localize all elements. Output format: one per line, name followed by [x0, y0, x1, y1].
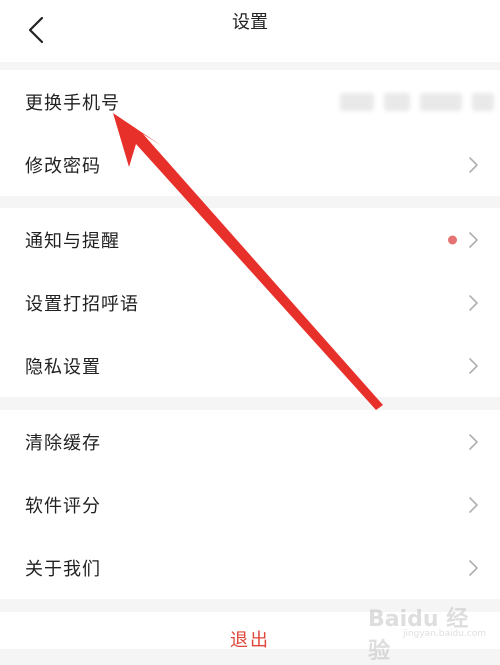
top-nav-bar: 设置 [0, 0, 500, 62]
chevron-right-icon [469, 231, 478, 248]
row-label: 软件评分 [25, 495, 101, 517]
chevron-right-icon [469, 294, 478, 311]
settings-group-account: 更换手机号 修改密码 [0, 70, 500, 196]
settings-group-preferences: 通知与提醒 设置打招呼语 隐私设置 [0, 208, 500, 397]
settings-group-misc: 清除缓存 软件评分 关于我们 [0, 410, 500, 599]
row-label: 修改密码 [25, 155, 101, 177]
blurred-phone-number [330, 78, 500, 126]
row-label: 关于我们 [25, 558, 101, 580]
notification-dot [448, 235, 457, 244]
chevron-right-icon [469, 433, 478, 450]
row-rate-app[interactable]: 软件评分 [0, 473, 500, 536]
row-clear-cache[interactable]: 清除缓存 [0, 410, 500, 473]
row-greeting-message[interactable]: 设置打招呼语 [0, 271, 500, 334]
chevron-right-icon [469, 559, 478, 576]
row-about-us[interactable]: 关于我们 [0, 536, 500, 599]
row-privacy-settings[interactable]: 隐私设置 [0, 334, 500, 397]
chevron-right-icon [469, 496, 478, 513]
row-change-phone[interactable]: 更换手机号 [0, 70, 500, 133]
baidu-watermark: Baidu 经验 jingyan.baidu.com [368, 599, 488, 664]
row-label: 设置打招呼语 [25, 293, 139, 315]
row-label: 更换手机号 [25, 92, 120, 114]
logout-label: 退出 [230, 630, 270, 651]
row-label: 通知与提醒 [25, 230, 120, 252]
chevron-right-icon [469, 156, 478, 173]
row-label: 隐私设置 [25, 356, 101, 378]
row-notifications[interactable]: 通知与提醒 [0, 208, 500, 271]
row-change-password[interactable]: 修改密码 [0, 133, 500, 196]
watermark-url: jingyan.baidu.com [402, 629, 486, 639]
row-label: 清除缓存 [25, 432, 101, 454]
page-title: 设置 [232, 12, 268, 33]
chevron-right-icon [469, 357, 478, 374]
